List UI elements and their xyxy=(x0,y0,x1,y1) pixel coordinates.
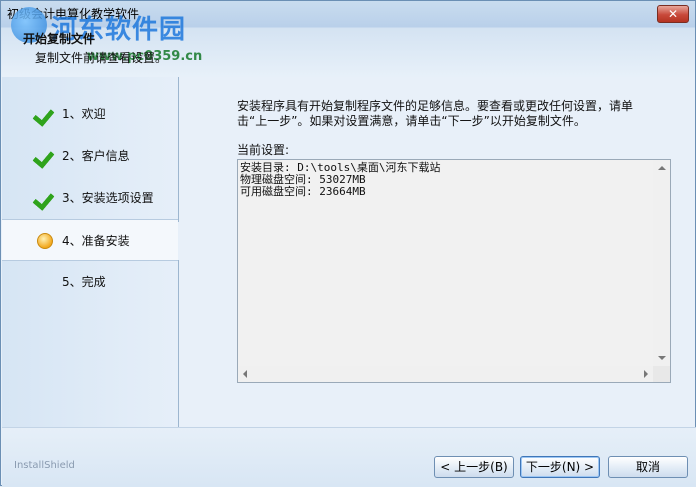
scrollbar-corner xyxy=(653,366,670,382)
vertical-scrollbar[interactable] xyxy=(653,160,670,366)
footer-bar: InstallShield < 上一步(B) 下一步(N) > 取消 xyxy=(2,427,696,487)
installer-window: 初级会计电算化教学软件 ✕ 河东软件园 www.pc0359.cn 开始复制文件… xyxy=(0,0,696,487)
next-button[interactable]: 下一步(N) > xyxy=(520,456,600,478)
nav-step-label: 1、欢迎 xyxy=(62,107,106,121)
page-subtitle: 复制文件前请查看设置。 xyxy=(35,51,168,65)
page-title: 开始复制文件 xyxy=(23,32,96,46)
nav-step-label: 3、安装选项设置 xyxy=(62,191,154,205)
nav-step-finish: 5、完成 xyxy=(2,261,178,301)
description-text: 安装程序具有开始复制程序文件的足够信息。要查看或更改任何设置，请单击“上一步”。… xyxy=(237,99,634,128)
scroll-left-icon[interactable] xyxy=(243,370,247,378)
scroll-down-icon[interactable] xyxy=(658,356,666,360)
nav-step-customer-info: 2、客户信息 xyxy=(2,135,178,175)
nav-step-label: 5、完成 xyxy=(62,275,106,289)
main-panel: 安装程序具有开始复制程序文件的足够信息。要查看或更改任何设置，请单击“上一步”。… xyxy=(179,77,695,427)
cancel-button[interactable]: 取消 xyxy=(608,456,688,478)
settings-lines: 安装目录: D:\tools\桌面\河东下载站 物理磁盘空间: 53027MB 可用… xyxy=(240,162,650,198)
nav-step-label: 2、客户信息 xyxy=(62,149,130,163)
horizontal-scrollbar[interactable] xyxy=(238,366,653,382)
step-nav: 1、欢迎 2、客户信息 3、安装选项设置 4、准备安装 5、完成 xyxy=(2,77,179,427)
settings-line-available-space: 可用磁盘空间: 23664MB xyxy=(240,185,366,198)
nav-step-label: 4、准备安装 xyxy=(62,234,130,248)
current-step-icon xyxy=(37,233,53,249)
current-settings-label: 当前设置: xyxy=(237,143,290,157)
check-icon xyxy=(35,146,55,164)
nav-step-ready-to-install: 4、准备安装 xyxy=(2,219,178,261)
close-button[interactable]: ✕ xyxy=(657,5,689,23)
scroll-up-icon[interactable] xyxy=(658,166,666,170)
nav-step-install-options: 3、安装选项设置 xyxy=(2,177,178,217)
installshield-brand: InstallShield xyxy=(14,460,75,471)
nav-step-welcome: 1、欢迎 xyxy=(2,93,178,133)
check-icon xyxy=(35,104,55,122)
back-button[interactable]: < 上一步(B) xyxy=(434,456,514,478)
scroll-right-icon[interactable] xyxy=(644,370,648,378)
check-icon xyxy=(35,188,55,206)
settings-textbox[interactable]: 安装目录: D:\tools\桌面\河东下载站 物理磁盘空间: 53027MB 可用… xyxy=(237,159,671,383)
